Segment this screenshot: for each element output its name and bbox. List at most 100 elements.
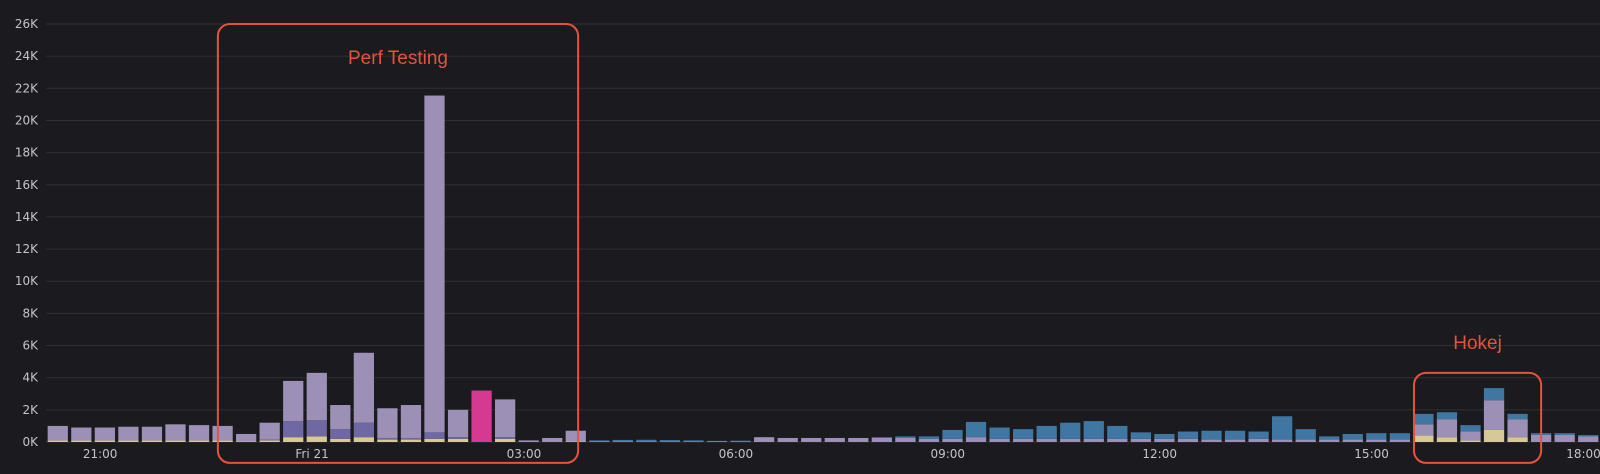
bar-segment [1248, 438, 1269, 442]
bar-segment [1483, 388, 1505, 401]
bar-segment [1272, 439, 1293, 442]
bar-segment [306, 420, 327, 437]
bar-segment [589, 441, 610, 442]
bar-segment [1295, 429, 1316, 440]
bar-segment [400, 437, 422, 440]
bar-segment [801, 437, 822, 442]
bar-chart: 0K 2K 4K 6K 8K 10K 12K 14K 16K 18K 20K 22K 24K 26K 21… [15, 17, 1600, 464]
bar-segment [636, 441, 657, 442]
bar-segment [1554, 434, 1575, 442]
bar-segment [1436, 412, 1458, 420]
x-tick-label: 09:00 [930, 447, 965, 461]
bar-segment [683, 441, 704, 442]
bar-segment [1177, 431, 1199, 439]
bar-segment [612, 439, 633, 442]
bar-segment [1460, 425, 1481, 432]
bar-segment [424, 432, 445, 439]
bar-segment [871, 437, 892, 438]
bar-segment [188, 440, 210, 442]
bar-segment [1154, 433, 1175, 439]
bar-segment [212, 440, 233, 442]
y-tick-label: 22K [15, 81, 39, 95]
x-axis-labels: 21:00 Fri 21 03:00 06:00 09:00 12:00 15:00 18:0… [83, 447, 1600, 461]
bar-segment [1389, 439, 1410, 442]
bar-segment [236, 441, 257, 442]
bar-segment [447, 438, 469, 442]
bar-segment [918, 436, 940, 439]
y-tick-label: 0K [22, 435, 39, 449]
y-tick-label: 20K [15, 113, 39, 127]
bar-segment [942, 429, 963, 439]
y-tick-label: 26K [15, 17, 39, 31]
bar-segment [47, 440, 68, 442]
bar-segment [71, 440, 92, 442]
bar-segment [1107, 438, 1128, 442]
bar-segment [1177, 438, 1199, 442]
bar-segment [1224, 439, 1246, 442]
y-tick-label: 14K [15, 210, 39, 224]
bar-segment [754, 437, 775, 442]
bar-segment [118, 426, 139, 441]
bar-segment [330, 429, 351, 439]
bar-segment [612, 441, 633, 442]
bar-segment [141, 440, 163, 442]
bar-segment [94, 440, 115, 442]
bar-segment [353, 352, 374, 423]
bar-segment [1342, 439, 1363, 442]
bar-segment [353, 437, 374, 442]
bar-segment [683, 440, 704, 442]
bar-segment [400, 405, 422, 438]
bar-segment [730, 441, 751, 442]
bar-segment [377, 437, 398, 440]
bar-segment [1224, 430, 1246, 440]
bar-segment [1460, 440, 1481, 442]
bar-segment [1413, 435, 1434, 442]
bar-segment [1013, 438, 1034, 442]
bar-segment [1295, 439, 1316, 442]
bar-segment [965, 421, 987, 438]
bar-segment [1507, 413, 1528, 420]
bar-segment [918, 438, 940, 442]
x-tick-label: 18:00 [1566, 447, 1600, 461]
bar-segment [1083, 421, 1104, 439]
bar-segment [495, 437, 516, 439]
x-tick-label: 06:00 [719, 447, 754, 461]
bar-segment [1130, 432, 1151, 439]
annotation-label: Perf Testing [348, 48, 448, 69]
bar-segment [447, 409, 469, 438]
bar-segment [659, 440, 681, 442]
bar-segment [377, 439, 398, 442]
grid-lines [46, 23, 1600, 443]
y-axis-labels: 0K 2K 4K 6K 8K 10K 12K 14K 16K 18K 20K 22K 24K 26K [15, 17, 39, 449]
bar-segment [1483, 400, 1505, 430]
bar-segment [424, 438, 445, 442]
y-tick-label: 4K [22, 371, 39, 385]
bar-segment [1413, 424, 1434, 436]
bar-segment [1578, 436, 1599, 442]
bar-segment [306, 372, 327, 421]
bar-segment [895, 437, 916, 442]
bar-segment [1060, 438, 1081, 442]
x-tick-label: 21:00 [83, 447, 118, 461]
bar-segment [1436, 437, 1458, 442]
y-tick-label: 6K [22, 339, 39, 353]
bar-segment [283, 380, 304, 422]
annotation-box [216, 23, 580, 464]
bar-segment [1154, 438, 1175, 442]
bar-segment [1201, 430, 1222, 440]
bar-segment [589, 440, 610, 442]
bar-segment [236, 433, 257, 442]
bar-segment [1366, 439, 1387, 442]
y-tick-label: 8K [22, 306, 39, 320]
y-tick-label: 16K [15, 178, 39, 192]
bar-segment [1319, 436, 1340, 440]
bar-segment [330, 405, 351, 430]
bar-segment [471, 390, 492, 442]
y-tick-label: 24K [15, 49, 39, 63]
y-tick-label: 18K [15, 146, 39, 160]
bar-segment [1130, 438, 1151, 442]
y-tick-label: 10K [15, 274, 39, 288]
bar-segment [730, 440, 751, 442]
bar-segment [353, 422, 374, 438]
bar-segment [1342, 433, 1363, 440]
